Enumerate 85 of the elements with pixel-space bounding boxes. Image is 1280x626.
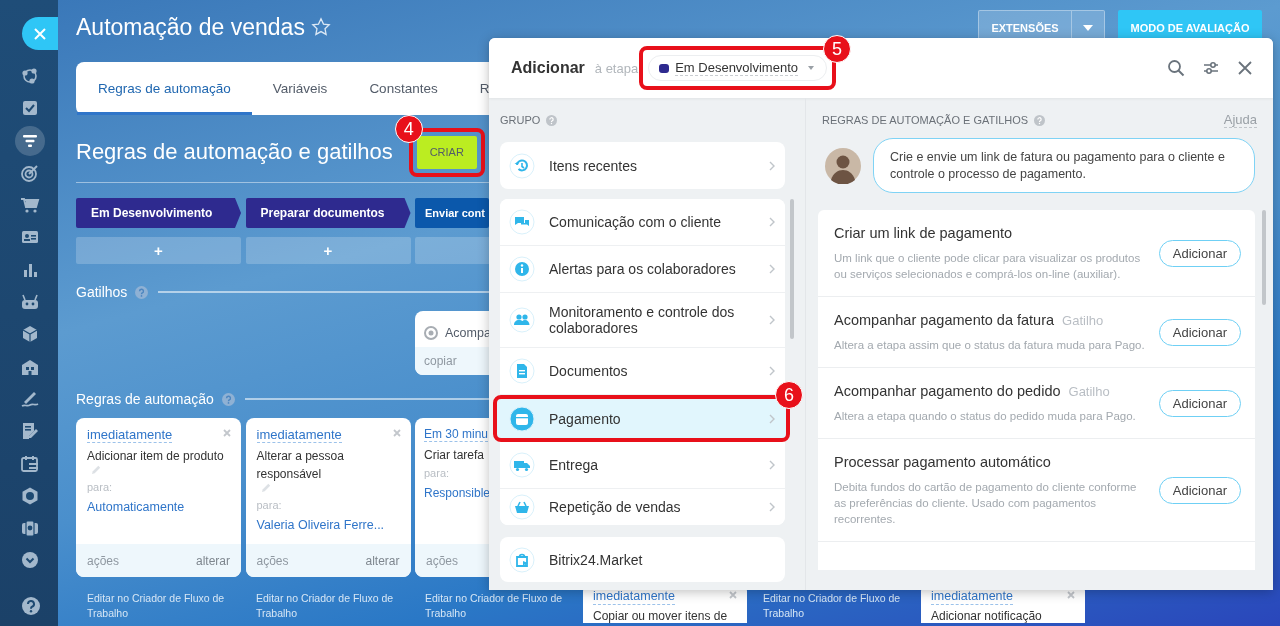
avatar [825,147,861,184]
add-button[interactable]: Adicionar [1158,318,1241,346]
group-item[interactable]: Bitrix24.Market [500,537,785,582]
rules-heading: REGRAS DE AUTOMAÇÃO E GATILHOS [822,114,1029,126]
star-icon[interactable] [310,17,331,37]
info-icon [509,256,535,282]
timing-link[interactable]: imediatamente [256,427,342,443]
add-button[interactable]: Adicionar [1158,389,1241,417]
target-link[interactable]: Automaticamente [87,500,231,514]
timing-link[interactable]: imediatamente [87,427,173,443]
change-link[interactable]: alterar [196,553,230,568]
search-icon[interactable] [1167,59,1185,77]
rule-description: Altera a etapa assim que o status da fatura muda para Pago. [834,338,1145,353]
funnel-icon[interactable] [15,125,45,156]
edit-in-designer-link[interactable]: Editar no Criador de Fluxo de Trabalho [76,585,240,623]
group-item[interactable]: Itens recentes [500,142,785,189]
rule-title: Adicionar notificação [931,610,1042,623]
chevron-right-icon [769,502,775,512]
shopping-bag-icon [509,546,535,573]
create-button[interactable]: CRIAR [416,135,477,169]
truck-icon [509,452,535,478]
tab[interactable]: Variáveis [251,62,349,115]
change-link[interactable]: alterar [365,553,400,568]
close-icon[interactable] [1237,60,1253,76]
rule-card[interactable]: imediatamente Alterar a pessoa responsável para: Valeria Oliveira Ferre... ações alterar [245,418,411,577]
stage-dropdown[interactable]: Em Desenvolvimento [648,55,827,81]
rule-description: Altera a etapa quando o status do pedido muda para Pago. [834,409,1137,424]
tab[interactable]: Constantes [348,62,459,115]
people-icon [509,307,535,333]
close-icon [33,26,47,41]
timing-link[interactable]: Em 30 minu [424,427,489,442]
stage-prefix: à etapa [594,60,639,76]
settings-icon[interactable] [1202,59,1220,77]
rule-name: Acompanhar pagamento da fatura [834,312,1055,328]
callout-number: 4 [394,114,423,143]
trigger-icon [424,326,438,340]
trigger-tag: Gatilho [1062,313,1104,328]
group-item[interactable]: Comunicação com o cliente [500,199,785,246]
rule-name: Processar pagamento automático [834,454,1051,470]
page-title: Automação de vendas [76,13,305,42]
wallet-icon [509,405,535,432]
trigger-tag: Gatilho [1068,384,1110,399]
rule-title: Copiar ou mover itens de [593,610,728,623]
tab[interactable]: R [458,62,490,115]
caret-icon [808,66,814,70]
chevron-right-icon [769,315,775,325]
target-label: para: [87,481,114,493]
rule-title: Adicionar item de produto [87,449,224,463]
add-button[interactable]: Adicionar [1158,239,1241,267]
section-label: Regras de automação [76,391,214,407]
chevron-right-icon [769,460,775,470]
rule-title: Alterar a pessoa responsável [256,449,344,481]
target-label: para: [256,499,283,511]
section-label: Gatilhos [76,284,128,300]
rule-description: Um link que o cliente pode clicar para visualizar os produtos ou serviços selecionados e comprá-los on-line (auxiliar). [834,251,1142,282]
chat-icon [509,209,535,235]
chevron-right-icon [769,160,775,171]
chevron-right-icon [769,413,775,424]
target-link[interactable]: Valeria Oliveira Ferre... [256,518,401,532]
rule-card[interactable]: imediatamente Adicionar item de produto para: Automaticamente ações alterar [76,418,241,577]
tab[interactable]: Regras de automação [77,62,252,115]
chevron-right-icon [769,366,775,376]
rule-title: Criar tarefa [424,448,485,462]
basket-icon [509,494,535,520]
caret-icon [1083,25,1093,31]
stage-header: Enviar cont [415,198,489,228]
document-icon [509,358,535,384]
callout-number: 5 [823,35,851,63]
edit-in-designer-link[interactable]: Editar no Criador de Fluxo de Trabalho [245,585,409,623]
section-title: Regras de automação e gatilhos [76,139,393,165]
rule-name: Criar um link de pagamento [834,225,1013,241]
chevron-right-icon [769,217,775,227]
history-icon [509,152,535,179]
tip-bubble: Crie e envie um link de fatura ou pagamento para o cliente e controle o processo de pagamento. [873,138,1255,193]
chevron-right-icon [769,264,775,274]
dialog-title: Adicionar [511,59,585,77]
help-icon[interactable] [21,596,41,616]
target-label: para: [424,467,451,479]
rule-name: Acompanhar pagamento do pedido [834,383,1061,399]
rule-description: Debita fundos do cartão de pagamento do cliente conforme as preferências do cliente. Usado com pagamentos recorrentes. [834,480,1138,527]
group-heading: GRUPO [500,114,541,126]
add-button[interactable]: Adicionar [1158,476,1241,504]
stage-header: Preparar documentos [245,198,411,228]
stage-header: Em Desenvolvimento [76,198,241,228]
close-button[interactable] [22,17,58,50]
